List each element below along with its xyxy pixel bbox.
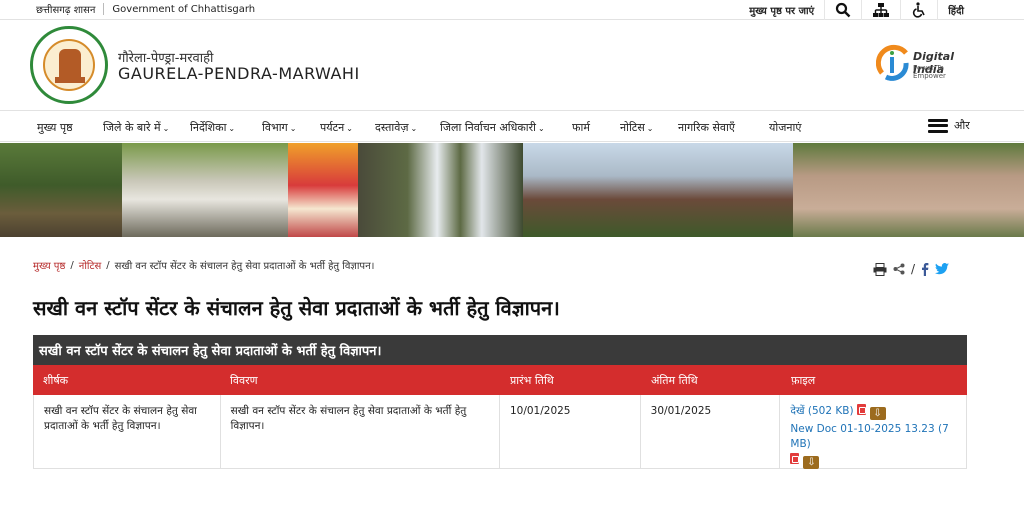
banner-photo-temple — [288, 143, 358, 237]
language-label: हिंदी — [948, 6, 964, 17]
accessibility-button[interactable] — [900, 0, 937, 20]
chevron-down-icon: ⌄ — [537, 124, 545, 133]
chevron-down-icon: ⌄ — [228, 124, 236, 133]
nav-item-directory[interactable]: निर्देशिका ⌄ — [190, 120, 235, 135]
site-name-english[interactable]: GAURELA-PENDRA-MARWAHI — [118, 64, 360, 83]
cell-title: सखी वन स्टॉप सेंटर के संचालन हेतु सेवा प… — [34, 395, 221, 468]
nav-item-tourism[interactable]: पर्यटन ⌄ — [320, 120, 353, 135]
banner-photo-waterfall — [358, 143, 523, 237]
nav-item-home[interactable]: मुख्य पृष्ठ — [37, 120, 73, 135]
language-switch[interactable]: हिंदी — [937, 0, 974, 20]
nav-item-citizen-services[interactable]: नागरिक सेवाएँ — [678, 120, 735, 135]
breadcrumb-home-link[interactable]: मुख्य पृष्ठ — [33, 258, 65, 272]
digital-india-tagline: Power To Empower — [913, 64, 946, 80]
cell-description: सखी वन स्टॉप सेंटर के संचालन हेतु सेवा प… — [221, 395, 500, 468]
chevron-down-icon: ⌄ — [289, 124, 297, 133]
banner-image-strip — [0, 143, 1024, 237]
cell-files: देखें (502 KB) ⇩ New Doc 01-10-2025 13.23… — [780, 395, 966, 469]
banner-photo-memorial — [122, 143, 288, 237]
district-emblem-logo[interactable] — [30, 26, 108, 104]
pdf-icon — [790, 453, 800, 464]
search-icon — [836, 2, 851, 18]
pdf-icon — [856, 404, 866, 415]
skip-to-main-label: मुख्य पृष्ठ पर जाएं — [749, 6, 815, 17]
govt-english-link[interactable]: Government of Chhattisgarh — [104, 4, 263, 15]
nav-item-about-district[interactable]: जिले के बारे में ⌄ — [103, 120, 169, 135]
breadcrumb-notices-link[interactable]: नोटिस — [79, 258, 102, 272]
table-row: सखी वन स्टॉप सेंटर के संचालन हेतु सेवा प… — [33, 395, 967, 469]
table-caption: सखी वन स्टॉप सेंटर के संचालन हेतु सेवा प… — [33, 335, 967, 365]
share-icon[interactable] — [893, 263, 905, 275]
nav-item-departments[interactable]: विभाग ⌄ — [262, 120, 296, 135]
tools-separator: / — [911, 262, 916, 276]
facebook-icon[interactable] — [921, 262, 929, 276]
download-icon[interactable]: ⇩ — [803, 456, 820, 469]
banner-photo-forest — [0, 143, 122, 237]
skip-to-main-link[interactable]: मुख्य पृष्ठ पर जाएं — [739, 0, 824, 20]
page-tools: / — [873, 262, 950, 276]
main-nav: मुख्य पृष्ठ जिले के बारे में ⌄ निर्देशिका… — [0, 112, 1024, 142]
column-header-file: फ़ाइल — [791, 374, 816, 387]
column-header-description: विवरण — [230, 374, 258, 387]
breadcrumb-current: सखी वन स्टॉप सेंटर के संचालन हेतु सेवा प… — [114, 261, 375, 272]
breadcrumb-separator: / — [70, 259, 74, 271]
column-header-end-date: अंतिम तिथि — [651, 374, 698, 387]
print-icon[interactable] — [873, 262, 887, 276]
accessibility-icon — [913, 2, 925, 18]
cell-end-date: 30/01/2025 — [641, 395, 781, 468]
top-bar: छत्तीसगढ़ शासन Government of Chhattisgar… — [0, 0, 1024, 20]
banner-photo-gate — [523, 143, 793, 237]
download-icon[interactable]: ⇩ — [869, 407, 886, 420]
digital-india-icon — [876, 44, 909, 81]
nav-item-documents[interactable]: दस्तावेज़ ⌄ — [375, 120, 417, 135]
sitemap-icon — [873, 3, 890, 17]
breadcrumb-separator: / — [106, 259, 110, 271]
nav-item-notices[interactable]: नोटिस ⌄ — [620, 120, 654, 135]
utility-links: मुख्य पृष्ठ पर जाएं हिंदी — [739, 0, 974, 20]
table-header-row: शीर्षक विवरण प्रारंभ तिथि अंतिम तिथि फ़ा… — [33, 365, 967, 395]
hamburger-icon — [928, 118, 948, 133]
twitter-icon[interactable] — [935, 263, 950, 275]
nav-item-forms[interactable]: फार्म — [572, 120, 590, 135]
more-menu-button[interactable]: और — [928, 118, 970, 133]
file-view-link[interactable]: देखें (502 KB) — [790, 405, 853, 417]
govt-links: छत्तीसगढ़ शासन Government of Chhattisgar… — [28, 2, 263, 16]
chevron-down-icon: ⌄ — [410, 124, 418, 133]
breadcrumb: मुख्य पृष्ठ / नोटिस / सखी वन स्टॉप सेंटर… — [33, 258, 375, 273]
notice-table: सखी वन स्टॉप सेंटर के संचालन हेतु सेवा प… — [33, 335, 967, 469]
cell-start-date: 10/01/2025 — [500, 395, 641, 468]
sitemap-button[interactable] — [861, 0, 900, 20]
chevron-down-icon: ⌄ — [346, 124, 353, 133]
chevron-down-icon: ⌄ — [162, 124, 170, 133]
search-button[interactable] — [824, 0, 861, 20]
column-header-start-date: प्रारंभ तिथि — [510, 374, 554, 387]
govt-hindi-link[interactable]: छत्तीसगढ़ शासन — [28, 2, 103, 16]
nav-item-schemes[interactable]: योजनाएं — [769, 120, 801, 135]
file-document-link[interactable]: New Doc 01-10-2025 13.23 (7 MB) — [790, 423, 948, 450]
digital-india-logo[interactable]: Digital India Power To Empower — [876, 43, 976, 83]
more-label: और — [954, 119, 970, 132]
site-header: गौरेला-पेण्ड्रा-मरवाही GAURELA-PENDRA-MA… — [0, 21, 1024, 111]
chevron-down-icon: ⌄ — [646, 124, 654, 133]
banner-photo-river — [793, 143, 1024, 237]
nav-item-election-officer[interactable]: जिला निर्वाचन अधिकारी ⌄ — [440, 120, 545, 135]
page-title: सखी वन स्टॉप सेंटर के संचालन हेतु सेवा प… — [33, 296, 560, 320]
column-header-title: शीर्षक — [43, 374, 69, 387]
